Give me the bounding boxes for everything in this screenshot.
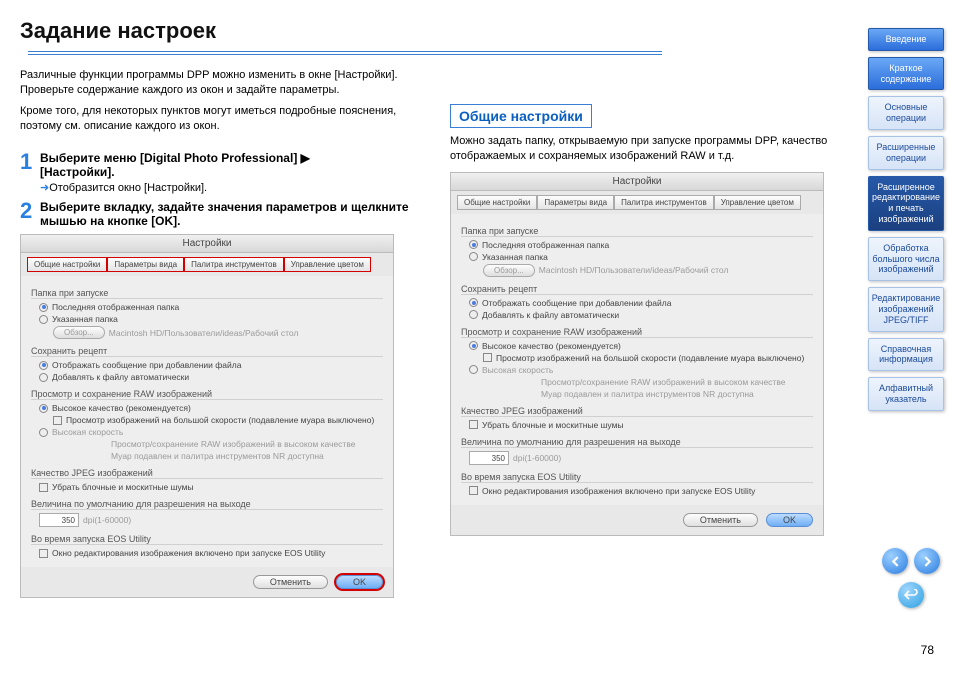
cancel-button[interactable]: Отменить [253,575,328,589]
section-jpeg-quality: Качество JPEG изображений [31,468,383,479]
nav-item-2[interactable]: Основные операции [868,96,944,130]
section-startup-folder: Папка при запуске [31,288,383,299]
intro-para-1: Различные функции программы DPP можно из… [20,68,430,98]
cancel-button-2[interactable]: Отменить [683,513,758,527]
radio-auto-add[interactable] [39,373,48,382]
page-number: 78 [921,643,934,657]
folder-path: Macintosh HD/Пользователи/ideas/Рабочий … [109,328,299,338]
ok-button-2[interactable]: OK [766,513,813,527]
tab-tools[interactable]: Палитра инструментов [184,257,284,272]
step-number-2: 2 [20,200,40,228]
resolution-input[interactable]: 350 [39,513,79,527]
next-page-button[interactable] [914,548,940,574]
check-eos-edit[interactable] [39,549,48,558]
radio-show-msg[interactable] [39,361,48,370]
settings-screenshot-right: Настройки Общие настройки Параметры вида… [450,172,824,536]
window-title: Настройки [21,235,393,253]
radio-high-speed[interactable] [39,428,48,437]
section-eos-utility: Во время запуска EOS Utility [31,534,383,545]
tab-general-2[interactable]: Общие настройки [457,195,537,210]
step-1-line-2: [Настройки]. [40,165,430,179]
nav-item-7[interactable]: Справочная информация [868,338,944,372]
resolution-unit: dpi(1-60000) [83,515,131,525]
section-save-recipe: Сохранить рецепт [31,346,383,357]
tab-tools-2[interactable]: Палитра инструментов [614,195,714,210]
intro-para-2: Кроме того, для некоторых пунктов могут … [20,104,430,134]
subsection-title: Общие настройки [450,104,592,128]
section-raw-view: Просмотр и сохранение RAW изображений [31,389,383,400]
step-1-note: Отобразится окно [Настройки]. [49,182,207,194]
window-title-2: Настройки [451,173,823,191]
nav-item-4[interactable]: Расширенное редактирование и печать изоб… [868,176,944,231]
browse-button[interactable]: Обзор... [53,326,105,339]
nav-item-3[interactable]: Расширенные операции [868,136,944,170]
step-number-1: 1 [20,151,40,194]
step-1-line-1: Выберите меню [Digital Photo Professiona… [40,151,430,165]
tab-general[interactable]: Общие настройки [27,257,107,272]
nav-item-5[interactable]: Обработка большого числа изображений [868,237,944,281]
title-rule [28,51,662,55]
nav-sidebar: Введение Краткое содержание Основные опера… [868,28,944,411]
nav-item-8[interactable]: Алфавитный указатель [868,377,944,411]
check-remove-noise[interactable] [39,483,48,492]
nav-item-6[interactable]: Редактирование изображений JPEG/TIFF [868,287,944,331]
prev-page-button[interactable] [882,548,908,574]
nav-item-0[interactable]: Введение [868,28,944,51]
radio-last-folder[interactable] [39,303,48,312]
check-fast-view[interactable] [53,416,62,425]
return-button[interactable] [898,582,924,608]
radio-specified-folder[interactable] [39,315,48,324]
tab-view[interactable]: Параметры вида [107,257,184,272]
step-2-text: Выберите вкладку, задайте значения парам… [40,200,430,228]
settings-screenshot-left: Настройки Общие настройки Параметры вида… [20,234,394,598]
radio-high-quality[interactable] [39,404,48,413]
nav-item-1[interactable]: Краткое содержание [868,57,944,91]
ok-button[interactable]: OK [336,575,383,589]
subsection-desc: Можно задать папку, открываемую при запу… [450,134,860,164]
tab-view-2[interactable]: Параметры вида [537,195,614,210]
section-output-res: Величина по умолчанию для разрешения на … [31,499,383,510]
tab-color-2[interactable]: Управление цветом [714,195,801,210]
tab-color[interactable]: Управление цветом [284,257,371,272]
page-title: Задание настроек [20,18,216,44]
